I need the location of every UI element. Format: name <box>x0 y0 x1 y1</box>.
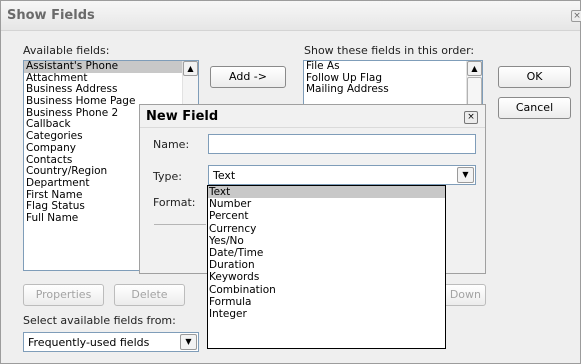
available-fields-label: Available fields: <box>23 44 110 57</box>
shown-fields-label: Show these fields in this order: <box>304 44 475 57</box>
available-field-item[interactable]: Attachment <box>24 73 198 85</box>
type-label: Type: <box>153 170 182 183</box>
dialog-title-bar: Show Fields <box>1 1 580 31</box>
format-label: Format: <box>153 196 196 209</box>
type-option-item[interactable]: Text <box>208 186 445 199</box>
type-option-item[interactable]: Keywords <box>208 271 445 283</box>
type-option-item[interactable]: Combination <box>208 284 445 296</box>
available-field-item[interactable]: Business Address <box>24 84 198 96</box>
dialog-title: Show Fields <box>7 8 95 23</box>
type-option-item[interactable]: Date/Time <box>208 247 445 259</box>
delete-button[interactable]: Delete <box>114 284 185 306</box>
add-field-button[interactable]: Add -> <box>210 66 286 88</box>
close-icon[interactable]: × <box>464 111 478 124</box>
cancel-button[interactable]: Cancel <box>498 97 571 119</box>
type-dropdown[interactable]: Text ▼ <box>208 165 476 185</box>
type-option-item[interactable]: Currency <box>208 223 445 235</box>
type-option-item[interactable]: Integer <box>208 308 445 320</box>
new-field-title-bar: New Field <box>140 105 485 128</box>
available-field-item[interactable]: Assistant's Phone <box>24 61 198 73</box>
type-option-item[interactable]: Yes/No <box>208 235 445 247</box>
chevron-down-icon[interactable]: ▼ <box>457 167 474 183</box>
close-icon[interactable]: × <box>571 10 581 22</box>
select-from-label: Select available fields from: <box>23 314 176 327</box>
ok-button[interactable]: OK <box>498 66 571 88</box>
new-field-title: New Field <box>146 109 219 124</box>
shown-field-item[interactable]: Mailing Address <box>304 84 482 96</box>
select-from-value: Frequently-used fields <box>28 336 150 349</box>
select-from-dropdown[interactable]: Frequently-used fields ▼ <box>23 332 199 352</box>
type-options-list[interactable]: Text Number Percent Currency Yes/No Date/Time… <box>207 185 446 349</box>
type-option-item[interactable]: Number <box>208 198 445 210</box>
name-input[interactable] <box>208 134 476 154</box>
type-option-item[interactable]: Formula <box>208 296 445 308</box>
shown-field-item[interactable]: File As <box>304 61 482 73</box>
scroll-up-icon[interactable]: ▲ <box>183 61 198 76</box>
type-option-item[interactable]: Percent <box>208 210 445 222</box>
type-value: Text <box>213 169 236 182</box>
properties-button[interactable]: Properties <box>23 284 104 306</box>
scroll-up-icon[interactable]: ▲ <box>467 61 482 76</box>
type-option-item[interactable]: Duration <box>208 259 445 271</box>
name-label: Name: <box>153 138 190 151</box>
shown-field-item[interactable]: Follow Up Flag <box>304 73 482 85</box>
chevron-down-icon[interactable]: ▼ <box>180 334 197 350</box>
divider <box>154 224 206 225</box>
